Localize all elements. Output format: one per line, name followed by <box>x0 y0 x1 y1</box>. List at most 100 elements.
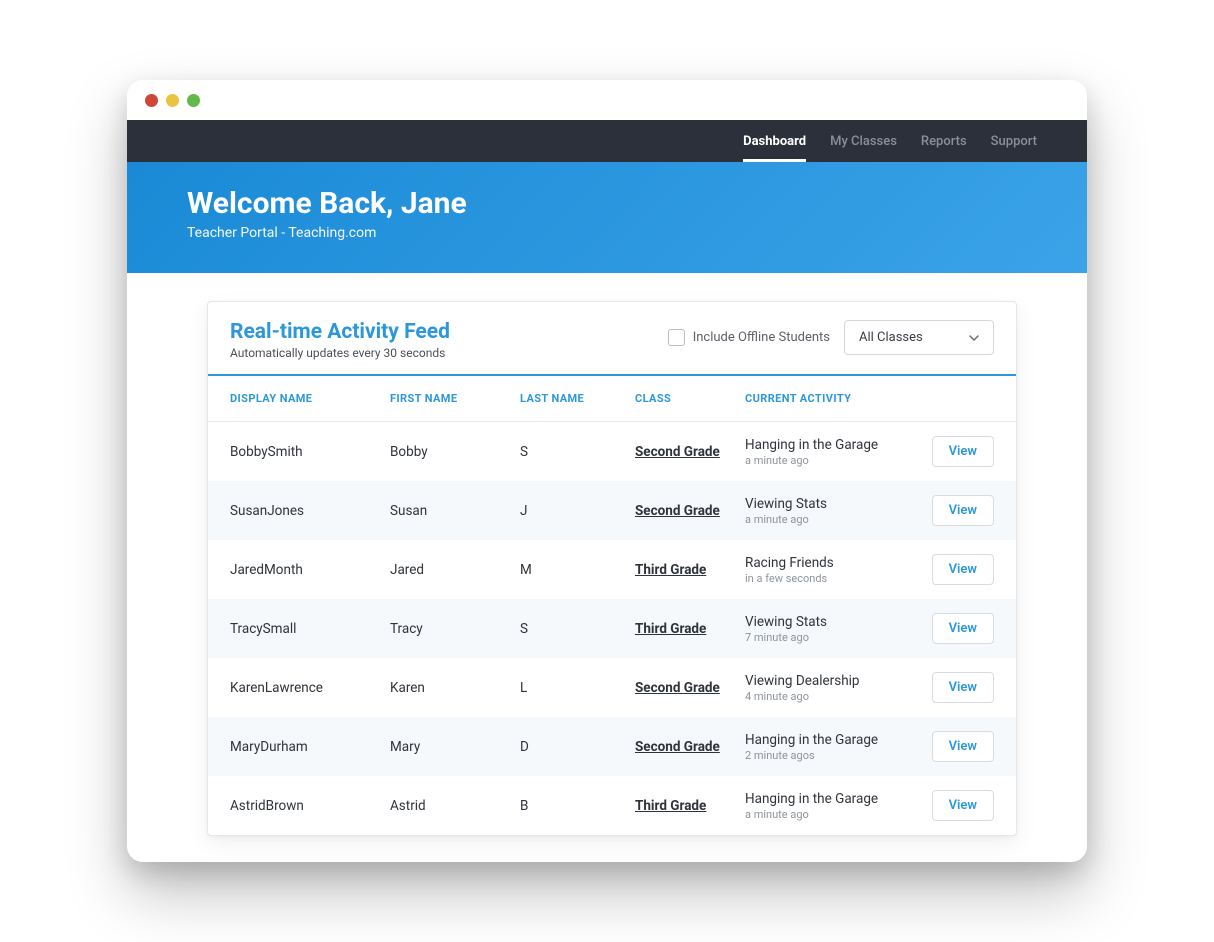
activity-label: Hanging in the Garage <box>745 791 924 807</box>
class-filter-value: All Classes <box>859 330 923 345</box>
view-button[interactable]: View <box>932 495 994 526</box>
cell-activity: Viewing Dealership 4 minute ago <box>745 673 924 703</box>
nav-dashboard[interactable]: Dashboard <box>743 120 806 162</box>
table-row: MaryDurham Mary D Second Grade Hanging i… <box>208 717 1016 776</box>
table-header-row: DISPLAY NAME FIRST NAME LAST NAME CLASS … <box>208 376 1016 422</box>
card-title: Real-time Activity Feed <box>230 320 450 344</box>
cell-display-name: TracySmall <box>230 621 390 637</box>
view-button[interactable]: View <box>932 554 994 585</box>
col-head-action <box>924 392 994 405</box>
class-link[interactable]: Third Grade <box>635 621 706 637</box>
cell-activity: Racing Friends in a few seconds <box>745 555 924 585</box>
class-link[interactable]: Second Grade <box>635 444 720 460</box>
cell-action: View <box>924 731 994 762</box>
class-link[interactable]: Third Grade <box>635 562 706 578</box>
cell-activity: Viewing Stats a minute ago <box>745 496 924 526</box>
cell-action: View <box>924 554 994 585</box>
activity-label: Racing Friends <box>745 555 924 571</box>
activity-feed-card: Real-time Activity Feed Automatically up… <box>207 301 1017 836</box>
window-maximize-dot[interactable] <box>187 94 200 107</box>
activity-time: 2 minute agos <box>745 749 924 762</box>
cell-display-name: MaryDurham <box>230 739 390 755</box>
table-row: AstridBrown Astrid B Third Grade Hanging… <box>208 776 1016 835</box>
nav-my-classes[interactable]: My Classes <box>830 120 897 162</box>
cell-class: Third Grade <box>635 798 745 814</box>
cell-activity: Hanging in the Garage 2 minute agos <box>745 732 924 762</box>
top-navbar: Dashboard My Classes Reports Support <box>127 120 1087 162</box>
window-minimize-dot[interactable] <box>166 94 179 107</box>
cell-first-name: Tracy <box>390 621 520 637</box>
activity-label: Hanging in the Garage <box>745 732 924 748</box>
cell-activity: Hanging in the Garage a minute ago <box>745 437 924 467</box>
view-button[interactable]: View <box>932 436 994 467</box>
col-head-first-name[interactable]: FIRST NAME <box>390 392 520 405</box>
view-button[interactable]: View <box>932 672 994 703</box>
cell-display-name: JaredMonth <box>230 562 390 578</box>
cell-first-name: Karen <box>390 680 520 696</box>
card-header-controls: Include Offline Students All Classes <box>668 320 994 355</box>
cell-last-name: J <box>520 503 635 519</box>
table-body: BobbySmith Bobby S Second Grade Hanging … <box>208 422 1016 835</box>
cell-activity: Viewing Stats 7 minute ago <box>745 614 924 644</box>
cell-last-name: S <box>520 621 635 637</box>
cell-action: View <box>924 672 994 703</box>
class-link[interactable]: Second Grade <box>635 739 720 755</box>
cell-action: View <box>924 436 994 467</box>
class-link[interactable]: Second Grade <box>635 680 720 696</box>
activity-time: 7 minute ago <box>745 631 924 644</box>
col-head-activity[interactable]: CURRENT ACTIVITY <box>745 392 924 405</box>
view-button[interactable]: View <box>932 613 994 644</box>
col-head-class[interactable]: CLASS <box>635 392 745 405</box>
activity-label: Viewing Dealership <box>745 673 924 689</box>
table-row: KarenLawrence Karen L Second Grade Viewi… <box>208 658 1016 717</box>
table-row: BobbySmith Bobby S Second Grade Hanging … <box>208 422 1016 481</box>
activity-time: a minute ago <box>745 808 924 821</box>
table-row: TracySmall Tracy S Third Grade Viewing S… <box>208 599 1016 658</box>
cell-action: View <box>924 495 994 526</box>
cell-class: Third Grade <box>635 562 745 578</box>
cell-first-name: Bobby <box>390 444 520 460</box>
include-offline-checkbox[interactable] <box>668 329 685 346</box>
page-subtitle: Teacher Portal - Teaching.com <box>187 225 1027 241</box>
activity-time: 4 minute ago <box>745 690 924 703</box>
nav-support[interactable]: Support <box>991 120 1037 162</box>
class-link[interactable]: Third Grade <box>635 798 706 814</box>
cell-class: Second Grade <box>635 680 745 696</box>
include-offline-label: Include Offline Students <box>693 330 830 345</box>
view-button[interactable]: View <box>932 731 994 762</box>
include-offline-control[interactable]: Include Offline Students <box>668 329 830 346</box>
cell-display-name: AstridBrown <box>230 798 390 814</box>
nav-reports[interactable]: Reports <box>921 120 967 162</box>
col-head-last-name[interactable]: LAST NAME <box>520 392 635 405</box>
cell-display-name: KarenLawrence <box>230 680 390 696</box>
table-row: SusanJones Susan J Second Grade Viewing … <box>208 481 1016 540</box>
cell-display-name: BobbySmith <box>230 444 390 460</box>
chevron-down-icon <box>969 335 979 341</box>
view-button[interactable]: View <box>932 790 994 821</box>
cell-activity: Hanging in the Garage a minute ago <box>745 791 924 821</box>
activity-time: in a few seconds <box>745 572 924 585</box>
col-head-display-name[interactable]: DISPLAY NAME <box>230 392 390 405</box>
cell-class: Third Grade <box>635 621 745 637</box>
app-window: Dashboard My Classes Reports Support Wel… <box>127 80 1087 862</box>
class-link[interactable]: Second Grade <box>635 503 720 519</box>
cell-action: View <box>924 790 994 821</box>
cell-first-name: Astrid <box>390 798 520 814</box>
cell-display-name: SusanJones <box>230 503 390 519</box>
cell-action: View <box>924 613 994 644</box>
window-close-dot[interactable] <box>145 94 158 107</box>
class-filter-select[interactable]: All Classes <box>844 320 994 355</box>
activity-label: Hanging in the Garage <box>745 437 924 453</box>
cell-last-name: L <box>520 680 635 696</box>
cell-first-name: Mary <box>390 739 520 755</box>
cell-first-name: Susan <box>390 503 520 519</box>
content-area: Real-time Activity Feed Automatically up… <box>127 273 1087 862</box>
cell-last-name: B <box>520 798 635 814</box>
page-title: Welcome Back, Jane <box>187 186 1027 221</box>
cell-last-name: D <box>520 739 635 755</box>
cell-last-name: S <box>520 444 635 460</box>
cell-class: Second Grade <box>635 739 745 755</box>
cell-first-name: Jared <box>390 562 520 578</box>
cell-last-name: M <box>520 562 635 578</box>
window-titlebar <box>127 80 1087 120</box>
